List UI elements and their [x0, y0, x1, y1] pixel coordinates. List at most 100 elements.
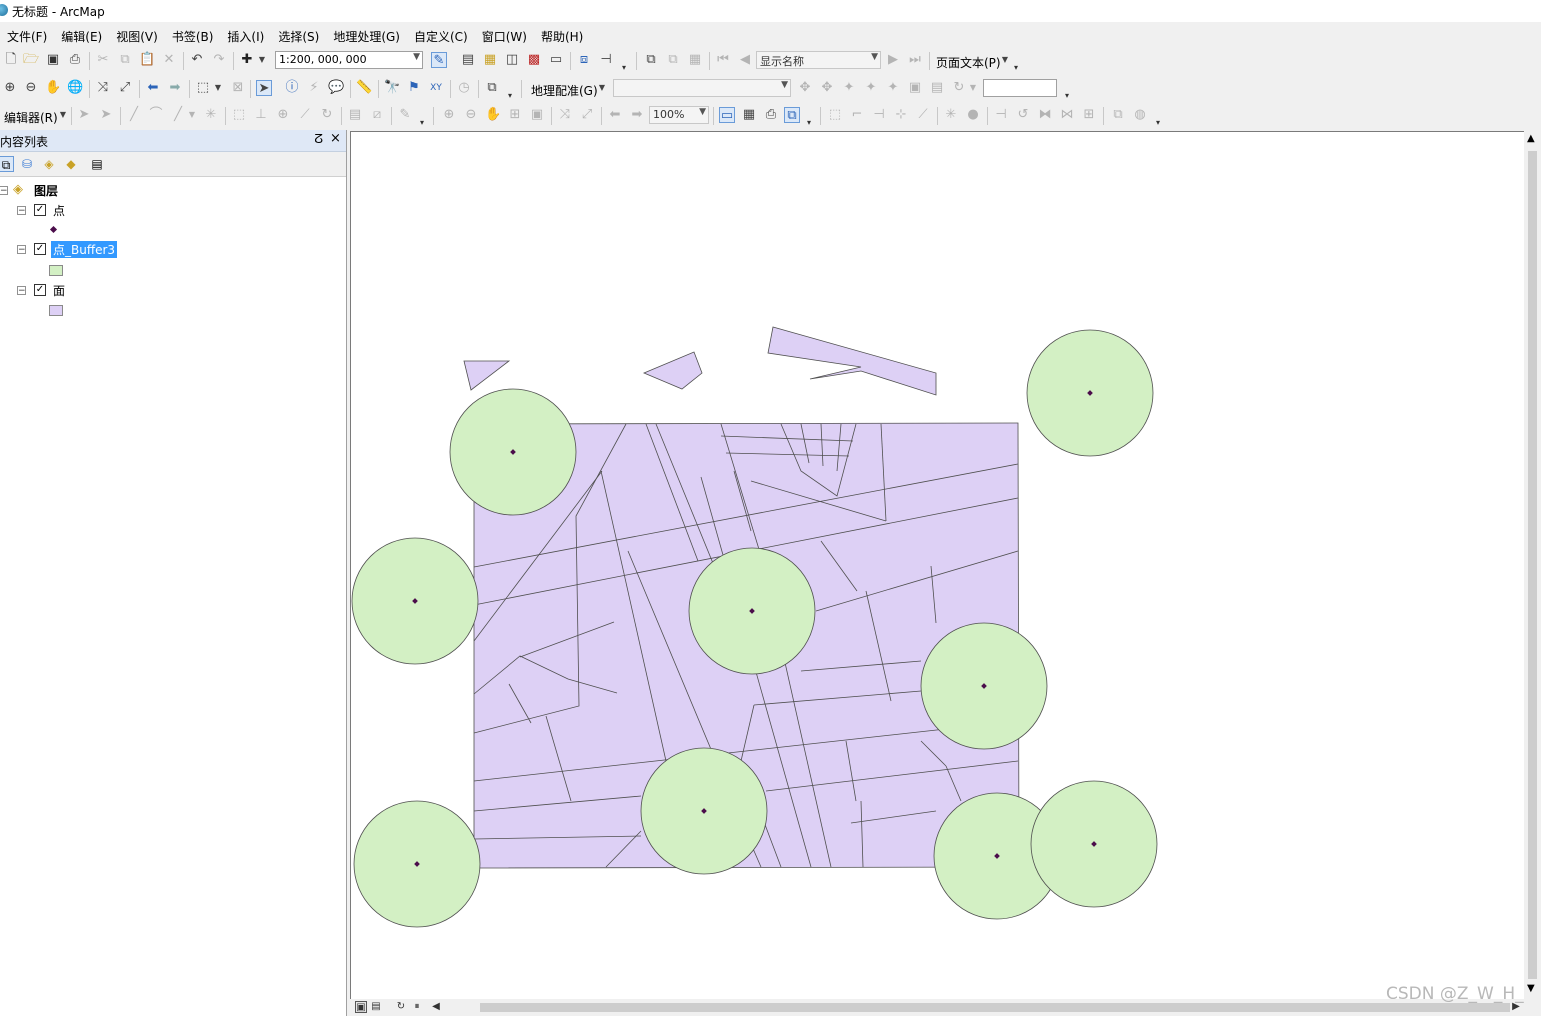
table-of-contents-icon[interactable]: ▤ — [460, 52, 476, 68]
map-vertical-scrollbar[interactable]: ▲ ▼ — [1524, 131, 1541, 999]
layers-root-row[interactable]: − ◈ 图层 — [0, 182, 340, 200]
select-elements-arrow-icon[interactable]: ➤ — [256, 80, 272, 96]
toggle-draft-mode-icon[interactable]: ▭ — [719, 107, 735, 123]
add-data-dropdown-icon[interactable]: ▼ — [257, 52, 267, 68]
cut-polygons-icon[interactable]: ⊕ — [275, 107, 291, 123]
topology-node-icon[interactable]: ⊹ — [893, 107, 909, 123]
buffer-fill-swatch-icon[interactable] — [49, 265, 63, 276]
select-dropdown-icon[interactable]: ▼ — [213, 80, 223, 96]
layer-name[interactable]: 点 — [53, 202, 65, 219]
page-text-menu[interactable]: 页面文本(P) — [936, 54, 1001, 71]
segment-dropdown-icon[interactable]: ▼ — [187, 107, 197, 123]
list-by-source-icon[interactable]: ⛁ — [19, 156, 35, 172]
topology-edit-icon[interactable]: ⬚ — [827, 107, 843, 123]
search-window-icon[interactable]: ◫ — [504, 52, 520, 68]
menu-customize[interactable]: 自定义(C) — [407, 23, 475, 47]
last-page-icon[interactable]: ⏭ — [907, 52, 923, 68]
previous-page-icon[interactable]: ◀ — [737, 52, 753, 68]
edit-vertices-icon[interactable]: ⬚ — [231, 107, 247, 123]
time-slider-icon[interactable]: ◷ — [456, 80, 472, 96]
intersect-icon[interactable]: ⊞ — [1081, 107, 1097, 123]
toolbar-overflow-icon[interactable]: ▾ — [807, 119, 814, 127]
fixed-zoom-out-layout-icon[interactable]: ⤢ — [579, 107, 595, 123]
list-by-selection-icon[interactable]: ◆ — [63, 156, 79, 172]
sparkle-icon[interactable]: ✳ — [943, 107, 959, 123]
reshape-icon[interactable]: ⊥ — [253, 107, 269, 123]
layer-name[interactable]: 面 — [53, 282, 65, 299]
goto-xy-icon[interactable]: ⊣ — [598, 52, 614, 68]
menu-windows[interactable]: 窗口(W) — [475, 23, 534, 47]
auto-registration-icon[interactable]: ▣ — [907, 80, 923, 96]
topology-vertex-icon[interactable]: ⌐ — [849, 107, 865, 123]
layout-icon-2[interactable]: ⧉ — [665, 52, 681, 68]
split-icon[interactable]: ⟋ — [297, 107, 313, 123]
layer-row-polygons[interactable]: − ✓ 面 — [0, 282, 340, 300]
change-layout-icon[interactable]: ⎙ — [763, 107, 779, 123]
menu-help[interactable]: 帮助(H) — [534, 23, 590, 47]
menu-selection[interactable]: 选择(S) — [271, 23, 326, 47]
collapse-icon[interactable]: − — [17, 206, 26, 216]
list-by-visibility-icon[interactable]: ◈ — [41, 156, 57, 172]
layout-zoom-in-icon[interactable]: ⊕ — [441, 107, 457, 123]
fixed-zoom-in-layout-icon[interactable]: ⤨ — [557, 107, 573, 123]
layout-zoom-out-icon[interactable]: ⊖ — [463, 107, 479, 123]
hyperlink-icon[interactable]: ⚡ — [306, 80, 322, 96]
cut-icon[interactable]: ✂ — [95, 52, 111, 68]
editor-menu[interactable]: 编辑器(R) — [4, 109, 58, 126]
point-icon[interactable]: ✳ — [203, 107, 219, 123]
layer-visibility-checkbox[interactable]: ✓ — [34, 243, 46, 255]
find-binoculars-icon[interactable]: 🔭 — [384, 80, 400, 96]
save-icon[interactable]: ▣ — [45, 52, 61, 68]
layout-view-icon[interactable]: ⧉ — [643, 52, 659, 68]
refresh-icon[interactable]: ↻ — [395, 1001, 407, 1013]
fixed-zoom-out-icon[interactable]: ⤢ — [117, 80, 133, 96]
fixed-zoom-in-icon[interactable]: ⤨ — [95, 80, 111, 96]
layer-visibility-checkbox[interactable]: ✓ — [34, 284, 46, 296]
toolbar-overflow-icon[interactable]: ▾ — [420, 119, 427, 127]
close-icon[interactable]: × — [330, 131, 341, 146]
scroll-down-icon[interactable]: ▼ — [1527, 983, 1535, 994]
map-display[interactable] — [350, 131, 1525, 1000]
rotate-feature-icon[interactable]: ↻ — [319, 107, 335, 123]
zoom-100-icon[interactable]: ▣ — [529, 107, 545, 123]
edit-tool-icon[interactable]: ➤ — [76, 107, 92, 123]
layout-back-icon[interactable]: ⬅ — [607, 107, 623, 123]
generalize-icon[interactable]: ↺ — [1015, 107, 1031, 123]
zoom-out-icon[interactable]: ⊖ — [23, 80, 39, 96]
toolbar-overflow-icon[interactable]: ▾ — [1014, 64, 1021, 72]
back-arrow-icon[interactable]: ⬅ — [145, 80, 161, 96]
select-features-icon[interactable]: ⬚ — [195, 80, 211, 96]
measure-icon[interactable]: 📏 — [356, 80, 372, 96]
menu-geoprocessing[interactable]: 地理处理(G) — [326, 23, 407, 47]
data-view-icon[interactable]: ▣ — [355, 1001, 367, 1013]
open-folder-icon[interactable]: 🗁 — [23, 52, 39, 68]
polygon-fill-swatch-icon[interactable] — [49, 305, 63, 316]
menu-edit[interactable]: 编辑(E) — [54, 23, 109, 47]
buffer-tool-icon[interactable]: ⋈ — [1059, 107, 1075, 123]
redo-icon[interactable]: ↷ — [211, 52, 227, 68]
find-route-icon[interactable]: ⚑ — [406, 80, 422, 96]
add-control-points-icon[interactable]: ✦ — [841, 80, 857, 96]
construct-icon[interactable]: ⊣ — [993, 107, 1009, 123]
layout-view-icon[interactable]: ▤ — [370, 1001, 382, 1013]
menu-insert[interactable]: 插入(I) — [220, 23, 271, 47]
rotate-view-icon[interactable]: ↻ — [951, 80, 967, 96]
arc-segment-icon[interactable]: ⌒ — [148, 107, 164, 123]
scroll-left-icon[interactable]: ◀ — [430, 1001, 442, 1013]
create-features-icon[interactable]: ✎ — [397, 107, 413, 123]
georeference-layer-combo[interactable]: ▼ — [613, 79, 791, 97]
editor-dropdown-icon[interactable]: ▼ — [58, 107, 68, 123]
scroll-up-icon[interactable]: ▲ — [1527, 133, 1535, 144]
display-name-combo[interactable]: 显示名称 ▼ — [756, 51, 881, 69]
topology-line-icon[interactable]: ⟋ — [915, 107, 931, 123]
zoom-in-icon[interactable]: ⊕ — [2, 80, 18, 96]
control-point-icon[interactable]: ✦ — [863, 80, 879, 96]
model-builder-icon[interactable]: ⧈ — [576, 52, 592, 68]
undo-icon[interactable]: ↶ — [189, 52, 205, 68]
georeferencing-menu[interactable]: 地理配准(G) — [531, 82, 598, 99]
link-table-icon[interactable]: ▤ — [929, 80, 945, 96]
pause-drawing-icon[interactable]: ⏸ — [411, 1001, 423, 1013]
catalog-window-icon[interactable]: ▦ — [482, 52, 498, 68]
pan-hand-icon[interactable]: ✋ — [45, 80, 61, 96]
hatch-icon[interactable]: ◍ — [1132, 107, 1148, 123]
